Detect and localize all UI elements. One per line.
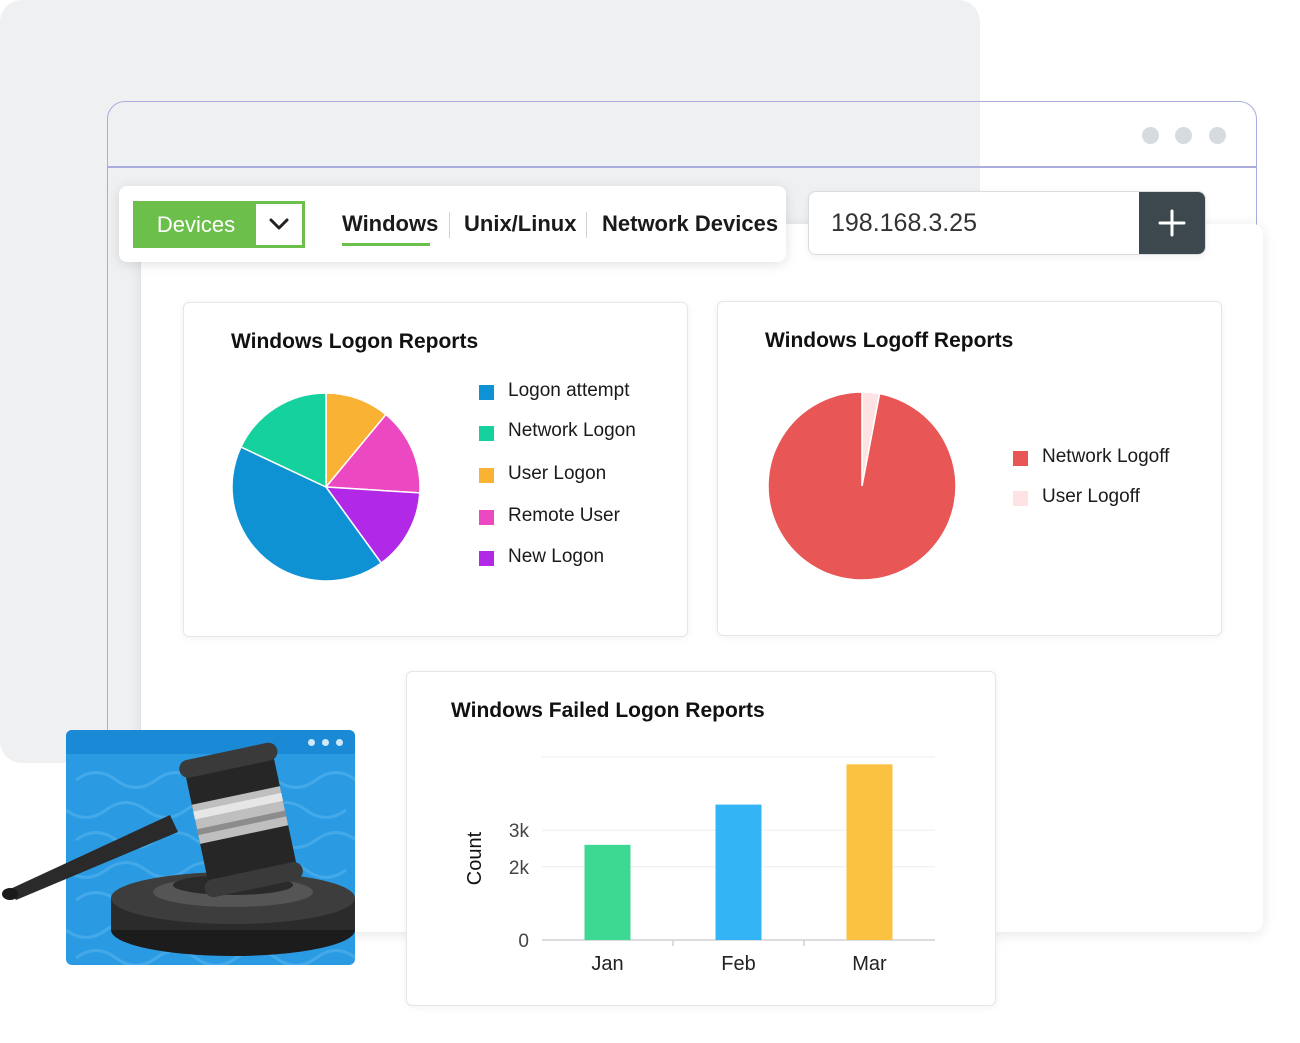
x-tick-label: Jan [591, 953, 623, 975]
ip-search-box [808, 191, 1206, 255]
logoff-pie-chart [767, 391, 957, 581]
x-tick-label: Mar [852, 953, 887, 975]
window-dot-icon[interactable] [1209, 127, 1226, 144]
legend-swatch [479, 426, 494, 441]
tab-separator [586, 212, 587, 238]
tab-network-devices[interactable]: Network Devices [602, 208, 778, 240]
browser-titlebar-divider [108, 166, 1256, 168]
tab-windows[interactable]: Windows [342, 208, 438, 240]
active-tab-indicator [342, 243, 430, 246]
chevron-down-icon[interactable] [256, 204, 302, 245]
card-title: Windows Logon Reports [231, 330, 479, 353]
window-dot-icon[interactable] [1142, 127, 1159, 144]
legend-swatch [479, 468, 494, 483]
y-tick-label: 2k [509, 858, 530, 879]
windows-failed-logon-reports-card: Windows Failed Logon Reports 0 2k 3k Count J… [406, 671, 996, 1006]
legend-label: Remote User [508, 505, 620, 526]
bar-feb[interactable] [715, 804, 762, 940]
legend-label: New Logon [508, 546, 605, 567]
pie-slice-network-logoff[interactable] [767, 391, 957, 581]
legend-label: User Logoff [1042, 486, 1140, 507]
windows-logoff-reports-card: Windows Logoff Reports Network Logoff Us… [717, 301, 1222, 636]
legend-swatch [479, 551, 494, 566]
plus-icon [1158, 209, 1186, 237]
x-tick-label: Feb [721, 953, 755, 975]
card-title: Windows Logoff Reports [765, 329, 1014, 352]
legend-label: Network Logoff [1042, 446, 1170, 467]
legend-swatch [1013, 451, 1028, 466]
failed-logon-bar-chart: 0 2k 3k Count Jan Feb Mar [464, 756, 935, 975]
window-dot-icon[interactable] [1175, 127, 1192, 144]
bar-mar[interactable] [846, 764, 893, 940]
y-axis-label: Count [464, 831, 486, 885]
tab-separator [449, 212, 450, 238]
y-tick-label: 0 [518, 931, 529, 952]
gavel-icon [2, 742, 355, 956]
windows-logon-reports-card: Windows Logon Reports Logon attempt Netw… [183, 302, 688, 637]
device-toolbar: Devices Windows Unix/Linux Network Devic… [119, 186, 786, 262]
logon-pie-chart [231, 392, 421, 582]
tab-unix-linux[interactable]: Unix/Linux [464, 208, 576, 240]
legend-label: Logon attempt [508, 380, 630, 401]
legend-swatch [479, 385, 494, 400]
legend-swatch [479, 510, 494, 525]
ip-address-input[interactable] [809, 192, 1141, 254]
add-device-button[interactable] [1139, 192, 1205, 254]
legend-label: User Logon [508, 463, 607, 484]
legend-label: Network Logon [508, 420, 636, 441]
y-tick-label: 3k [509, 821, 530, 842]
devices-dropdown-label: Devices [136, 204, 256, 245]
legend-swatch [1013, 491, 1028, 506]
devices-dropdown[interactable]: Devices [133, 201, 305, 248]
bar-jan[interactable] [584, 844, 631, 940]
